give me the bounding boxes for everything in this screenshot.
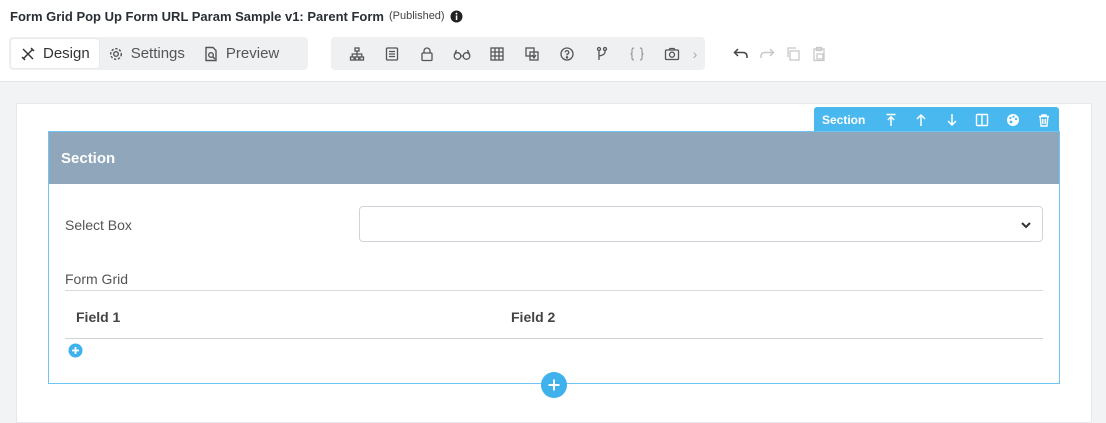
- section-toolbar-label: Section: [822, 112, 866, 127]
- form-grid-column-field-1: Field 1: [76, 309, 121, 325]
- form-grid-header-divider: [65, 338, 1043, 339]
- toolbar-more-chevron-icon[interactable]: ›: [689, 39, 701, 68]
- tab-design[interactable]: Design: [11, 39, 99, 68]
- glasses-icon[interactable]: [444, 39, 479, 68]
- section-title: Section: [61, 149, 116, 167]
- preview-document-icon: [205, 46, 217, 61]
- camera-icon[interactable]: [654, 39, 689, 68]
- tab-preview[interactable]: Preview: [194, 39, 288, 68]
- history-controls: [728, 37, 832, 70]
- mode-switcher: Design Settings Preview: [9, 37, 308, 70]
- tab-settings-label: Settings: [130, 45, 185, 62]
- palette-icon[interactable]: [998, 107, 1029, 132]
- tab-preview-label: Preview: [225, 45, 280, 62]
- publish-status: (Published): [388, 10, 445, 22]
- code-braces-icon[interactable]: [619, 39, 654, 68]
- help-circle-icon[interactable]: [549, 39, 584, 68]
- copy-icon[interactable]: [780, 39, 806, 68]
- design-toolbar: ›: [331, 37, 705, 70]
- paste-icon[interactable]: [806, 39, 832, 68]
- info-circle-icon[interactable]: [450, 10, 463, 23]
- gear-icon: [109, 47, 122, 60]
- chevron-down-icon: [1021, 222, 1031, 229]
- select-box-label: Select Box: [65, 217, 132, 233]
- select-box-dropdown[interactable]: [359, 206, 1043, 242]
- lock-icon[interactable]: [409, 39, 444, 68]
- tab-design-label: Design: [43, 45, 90, 62]
- form-grid-label: Form Grid: [65, 271, 128, 287]
- redo-icon[interactable]: [754, 39, 780, 68]
- form-grid-top-divider: [65, 290, 1043, 291]
- undo-icon[interactable]: [728, 39, 754, 68]
- hierarchy-icon[interactable]: [339, 39, 374, 68]
- field-list-icon[interactable]: [374, 39, 409, 68]
- design-tools-icon: [21, 47, 35, 60]
- arrow-up-icon[interactable]: [906, 107, 937, 132]
- section-toolbar: Section: [814, 107, 1059, 132]
- translate-icon[interactable]: [514, 39, 549, 68]
- grid-icon[interactable]: [479, 39, 514, 68]
- section-header: Section: [49, 132, 1059, 184]
- move-top-icon[interactable]: [875, 107, 906, 132]
- tab-settings[interactable]: Settings: [99, 39, 194, 68]
- form-section[interactable]: Section Select Box Form Grid Field 1 Fie…: [48, 131, 1060, 384]
- add-row-plus-icon[interactable]: [68, 343, 83, 358]
- add-section-plus-icon[interactable]: [541, 372, 567, 398]
- columns-icon[interactable]: [967, 107, 998, 132]
- form-title: Form Grid Pop Up Form URL Param Sample v…: [10, 8, 384, 24]
- title-row: Form Grid Pop Up Form URL Param Sample v…: [10, 7, 463, 25]
- arrow-down-icon[interactable]: [937, 107, 968, 132]
- branch-icon[interactable]: [584, 39, 619, 68]
- header-bar: Form Grid Pop Up Form URL Param Sample v…: [0, 0, 1106, 82]
- form-grid-column-field-2: Field 2: [511, 309, 556, 325]
- trash-icon[interactable]: [1028, 107, 1059, 132]
